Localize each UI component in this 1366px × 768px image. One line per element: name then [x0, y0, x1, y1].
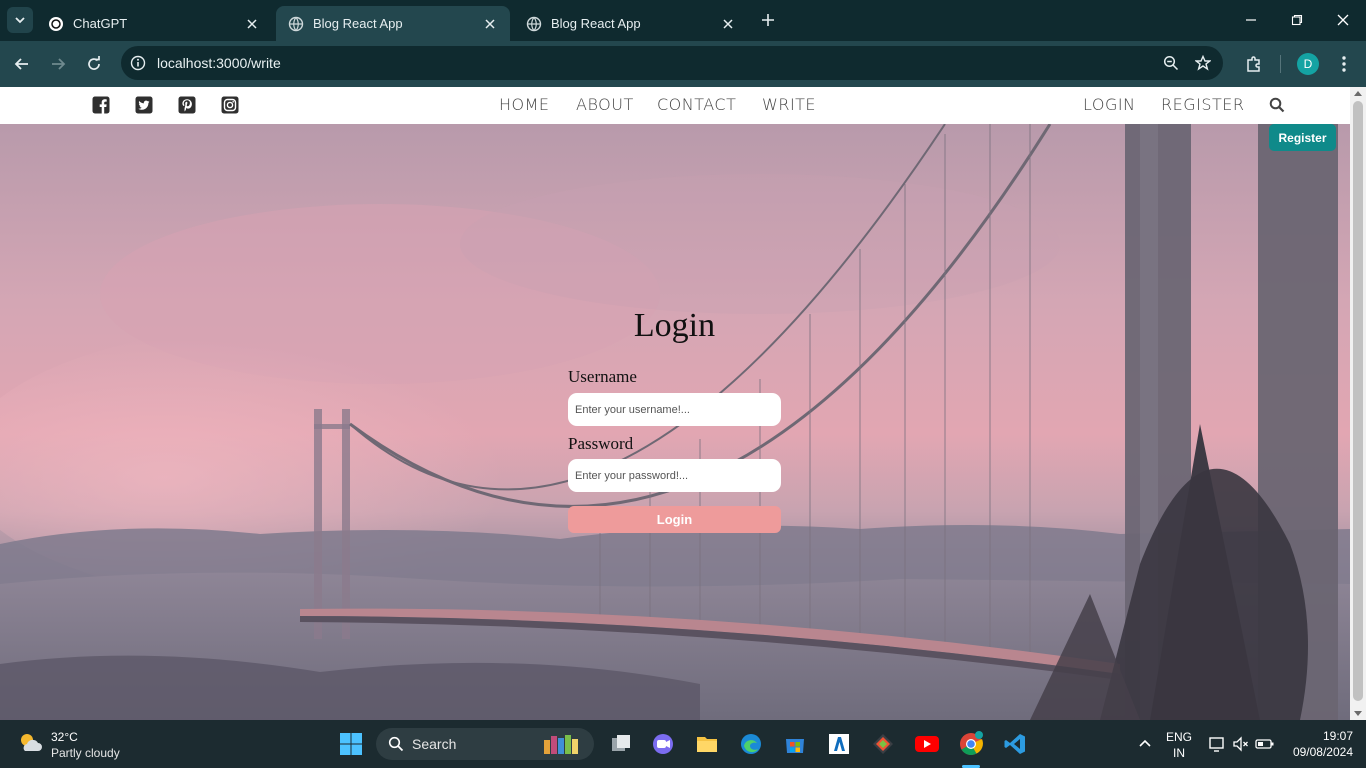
search-icon — [388, 736, 404, 752]
top-navbar: HOME ABOUT CONTACT WRITE LOGIN REGISTER — [0, 87, 1350, 124]
tab-blog-react-app-active[interactable]: Blog React App — [276, 6, 510, 41]
close-tab-icon[interactable] — [482, 16, 498, 32]
gitkraken-icon[interactable] — [869, 730, 897, 758]
browser-menu-button[interactable] — [1333, 53, 1355, 75]
username-label: Username — [568, 367, 637, 386]
tab-title: Blog React App — [551, 16, 641, 31]
back-button[interactable] — [11, 53, 33, 75]
windows-start-icon[interactable] — [337, 730, 365, 758]
globe-icon — [526, 16, 542, 32]
language-region[interactable]: IN — [1163, 746, 1195, 760]
password-input[interactable] — [568, 459, 781, 492]
tab-title: ChatGPT — [73, 16, 128, 31]
username-input[interactable] — [568, 393, 781, 426]
minimize-icon — [1246, 19, 1256, 21]
nav-link-about[interactable]: ABOUT — [576, 95, 634, 114]
restore-window-button[interactable] — [1287, 10, 1307, 30]
new-tab-button[interactable] — [758, 10, 778, 30]
extensions-button[interactable] — [1243, 53, 1265, 75]
clock-time[interactable]: 19:07 — [1283, 729, 1353, 743]
chrome-browser-icon[interactable] — [957, 730, 985, 758]
close-tab-icon[interactable] — [720, 16, 736, 32]
taskbar-search-box[interactable]: Search — [376, 728, 594, 760]
scroll-down-icon[interactable] — [1354, 711, 1362, 716]
close-icon — [1337, 14, 1349, 26]
arrow-right-icon — [52, 58, 66, 70]
globe-icon — [288, 16, 304, 32]
puzzle-icon — [1247, 56, 1260, 72]
windows-taskbar: 32°C Partly cloudy Search ENG IN 19:07 0… — [0, 720, 1366, 768]
task-view-icon[interactable] — [607, 730, 635, 758]
close-window-button[interactable] — [1333, 10, 1353, 30]
file-explorer-icon[interactable] — [693, 730, 721, 758]
azure-app-icon[interactable] — [825, 730, 853, 758]
browser-tab-bar: ChatGPT Blog React App Blog React App — [0, 0, 1366, 41]
taskbar-search-label: Search — [412, 736, 457, 752]
chatgpt-icon — [48, 16, 64, 32]
login-submit-button[interactable]: Login — [568, 506, 781, 533]
page-scrollbar[interactable] — [1350, 87, 1366, 720]
weather-description: Partly cloudy — [51, 746, 120, 760]
tab-search-dropdown-button[interactable] — [7, 7, 33, 33]
reload-button[interactable] — [83, 53, 105, 75]
show-hidden-icons-chevron-icon[interactable] — [1131, 730, 1159, 758]
minimize-window-button[interactable] — [1241, 10, 1261, 30]
tab-chatgpt[interactable]: ChatGPT — [36, 6, 272, 41]
twitter-icon[interactable] — [135, 96, 153, 114]
teams-chat-icon[interactable] — [649, 730, 677, 758]
browser-toolbar: localhost:3000/write D — [0, 41, 1366, 87]
register-button[interactable]: Register — [1269, 124, 1336, 151]
site-info-icon[interactable] — [121, 46, 155, 80]
youtube-icon[interactable] — [913, 730, 941, 758]
weather-icon[interactable] — [16, 729, 44, 757]
facebook-icon[interactable] — [92, 96, 110, 114]
forward-button[interactable] — [47, 53, 69, 75]
password-label: Password — [568, 434, 634, 453]
instagram-icon[interactable] — [221, 96, 239, 114]
nav-link-register[interactable]: REGISTER — [1161, 95, 1245, 114]
nav-link-home[interactable]: HOME — [499, 95, 550, 114]
edge-browser-icon[interactable] — [737, 730, 765, 758]
language-code[interactable]: ENG — [1163, 730, 1195, 744]
bookmark-star-icon[interactable] — [1194, 54, 1212, 72]
address-url: localhost:3000/write — [157, 55, 281, 71]
arrow-left-icon — [14, 58, 28, 70]
chevron-down-icon — [15, 17, 25, 24]
restore-icon — [1291, 14, 1303, 26]
microsoft-store-icon[interactable] — [781, 730, 809, 758]
battery-icon[interactable] — [1251, 730, 1279, 758]
page-viewport: HOME ABOUT CONTACT WRITE LOGIN REGISTER … — [0, 87, 1350, 720]
close-tab-icon[interactable] — [244, 16, 260, 32]
scrollbar-thumb[interactable] — [1353, 101, 1363, 701]
nav-link-login[interactable]: LOGIN — [1083, 95, 1136, 114]
pinterest-icon[interactable] — [178, 96, 196, 114]
profile-avatar[interactable]: D — [1297, 53, 1319, 75]
toolbar-divider — [1280, 55, 1281, 73]
search-icon[interactable] — [1268, 96, 1286, 114]
scroll-up-icon[interactable] — [1354, 91, 1362, 96]
tab-title: Blog React App — [313, 16, 403, 31]
weather-temperature: 32°C — [51, 730, 78, 744]
vscode-icon[interactable] — [1001, 730, 1029, 758]
tab-blog-react-app[interactable]: Blog React App — [514, 6, 748, 41]
search-highlight-books-icon — [544, 735, 578, 754]
nav-link-write[interactable]: WRITE — [762, 95, 816, 114]
clock-date[interactable]: 09/08/2024 — [1283, 745, 1353, 759]
address-bar[interactable]: localhost:3000/write — [121, 46, 1223, 80]
login-title: Login — [633, 307, 716, 344]
more-vertical-icon — [1342, 56, 1346, 72]
nav-link-contact[interactable]: CONTACT — [657, 95, 736, 114]
zoom-icon[interactable] — [1162, 54, 1180, 72]
plus-icon — [762, 14, 774, 26]
reload-icon — [88, 56, 100, 70]
